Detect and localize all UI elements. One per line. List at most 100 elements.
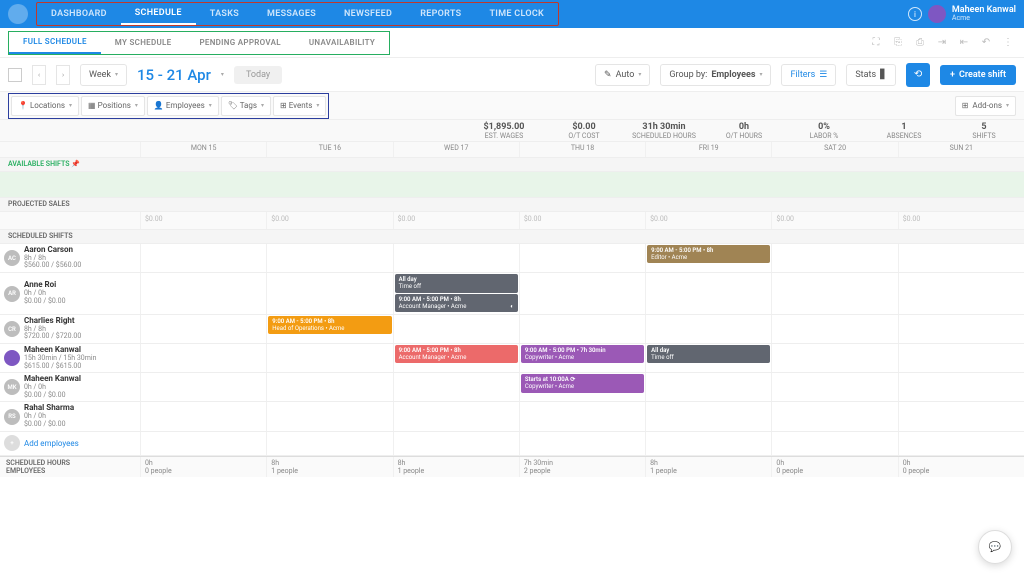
schedule-cell[interactable] <box>266 344 392 372</box>
sub-tab[interactable]: PENDING APPROVAL <box>185 32 294 54</box>
schedule-cell[interactable] <box>140 373 266 401</box>
shift-block[interactable]: 9:00 AM - 5:00 PM • 8hEditor • Acme <box>647 245 770 263</box>
projected-cell[interactable]: $0.00 <box>645 212 771 229</box>
shift-block[interactable]: All dayTime off <box>395 274 518 292</box>
projected-cell[interactable]: $0.00 <box>266 212 392 229</box>
prev-button[interactable]: ‹ <box>32 65 46 85</box>
schedule-cell[interactable] <box>898 373 1024 401</box>
copy-icon[interactable]: ⎘ <box>890 35 906 51</box>
next-button[interactable]: › <box>56 65 70 85</box>
schedule-cell[interactable] <box>393 244 519 272</box>
schedule-cell[interactable] <box>898 315 1024 343</box>
projected-cell[interactable]: $0.00 <box>771 212 897 229</box>
schedule-cell[interactable] <box>771 402 897 430</box>
expand-icon[interactable]: ⛶ <box>868 35 884 51</box>
add-employees-button[interactable]: + Add employees <box>0 432 140 455</box>
refresh-button[interactable]: ⟲ <box>906 63 930 87</box>
schedule-cell[interactable]: All dayTime off <box>645 344 771 372</box>
schedule-cell[interactable]: 9:00 AM - 5:00 PM • 8hEditor • Acme <box>645 244 771 272</box>
schedule-cell[interactable] <box>140 273 266 314</box>
shift-block[interactable]: 9:00 AM - 5:00 PM • 7h 30minCopywriter •… <box>521 345 644 363</box>
nav-tab-dashboard[interactable]: DASHBOARD <box>37 3 121 25</box>
projected-cell[interactable]: $0.00 <box>393 212 519 229</box>
employee-info[interactable]: CRCharlies Right8h / 8h$720.00 / $720.00 <box>0 315 140 343</box>
schedule-cell[interactable] <box>519 244 645 272</box>
schedule-cell[interactable]: 9:00 AM - 5:00 PM • 8hHead of Operations… <box>266 315 392 343</box>
filter-positions[interactable]: ▦ Positions ▾ <box>81 96 145 116</box>
nav-tab-messages[interactable]: MESSAGES <box>253 3 330 25</box>
schedule-cell[interactable] <box>771 344 897 372</box>
import-icon[interactable]: ⇤ <box>956 35 972 51</box>
schedule-cell[interactable]: 9:00 AM - 5:00 PM • 8hAccount Manager • … <box>393 344 519 372</box>
employee-info[interactable]: RSRahal Sharma0h / 0h$0.00 / $0.00 <box>0 402 140 430</box>
shift-block[interactable]: All dayTime off <box>647 345 770 363</box>
nav-tab-schedule[interactable]: SCHEDULE <box>121 3 196 25</box>
schedule-cell[interactable] <box>898 273 1024 314</box>
schedule-cell[interactable] <box>393 402 519 430</box>
projected-cell[interactable]: $0.00 <box>898 212 1024 229</box>
info-icon[interactable]: i <box>908 7 922 21</box>
shift-block[interactable]: Starts at 10:00A ⟳Copywriter • Acme <box>521 374 644 392</box>
filters-button[interactable]: Filters ☰ <box>781 64 836 86</box>
schedule-cell[interactable]: Starts at 10:00A ⟳Copywriter • Acme <box>519 373 645 401</box>
schedule-cell[interactable] <box>519 273 645 314</box>
shift-block[interactable]: 9:00 AM - 5:00 PM • 8hAccount Manager • … <box>395 294 518 312</box>
filter-locations[interactable]: 📍 Locations ▾ <box>11 96 79 116</box>
schedule-cell[interactable] <box>898 344 1024 372</box>
schedule-cell[interactable]: All dayTime off 9:00 AM - 5:00 PM • 8hAcc… <box>393 273 519 314</box>
stats-button[interactable]: Stats ▋ <box>846 64 896 86</box>
employee-info[interactable]: Maheen Kanwal15h 30min / 15h 30min$615.0… <box>0 344 140 372</box>
schedule-cell[interactable] <box>140 244 266 272</box>
view-select[interactable]: Week▾ <box>80 64 127 86</box>
schedule-cell[interactable] <box>645 315 771 343</box>
print-icon[interactable]: ⎙ <box>912 35 928 51</box>
projected-cell[interactable]: $0.00 <box>140 212 266 229</box>
sub-tab[interactable]: FULL SCHEDULE <box>9 32 101 54</box>
schedule-cell[interactable] <box>771 315 897 343</box>
nav-tab-reports[interactable]: REPORTS <box>406 3 475 25</box>
avatar[interactable] <box>928 5 946 23</box>
schedule-cell[interactable] <box>771 244 897 272</box>
schedule-cell[interactable] <box>645 402 771 430</box>
employee-info[interactable]: MKMaheen Kanwal0h / 0h$0.00 / $0.00 <box>0 373 140 401</box>
employee-info[interactable]: ARAnne Roi0h / 0h$0.00 / $0.00 <box>0 273 140 314</box>
schedule-cell[interactable] <box>266 402 392 430</box>
undo-icon[interactable]: ↶ <box>978 35 994 51</box>
date-range[interactable]: 15 - 21 Apr <box>137 66 211 84</box>
schedule-cell[interactable] <box>266 373 392 401</box>
nav-tab-tasks[interactable]: TASKS <box>196 3 253 25</box>
available-shifts-row[interactable] <box>0 172 1024 198</box>
schedule-cell[interactable] <box>898 402 1024 430</box>
schedule-cell[interactable] <box>393 315 519 343</box>
schedule-cell[interactable] <box>771 273 897 314</box>
schedule-cell[interactable] <box>519 402 645 430</box>
chat-fab[interactable]: 💬 <box>978 530 1012 564</box>
today-button[interactable]: Today <box>234 66 282 84</box>
schedule-cell[interactable] <box>771 373 897 401</box>
schedule-cell[interactable] <box>140 315 266 343</box>
nav-tab-time clock[interactable]: TIME CLOCK <box>475 3 558 25</box>
more-icon[interactable]: ⋮ <box>1000 35 1016 51</box>
filter-events[interactable]: ⊞ Events ▾ <box>273 96 326 116</box>
sub-tab[interactable]: MY SCHEDULE <box>101 32 186 54</box>
select-all-checkbox[interactable] <box>8 68 22 82</box>
schedule-cell[interactable] <box>266 273 392 314</box>
nav-tab-newsfeed[interactable]: NEWSFEED <box>330 3 406 25</box>
schedule-cell[interactable] <box>140 344 266 372</box>
addons-select[interactable]: ⊞ Add-ons▾ <box>955 96 1016 116</box>
projected-cell[interactable]: $0.00 <box>519 212 645 229</box>
schedule-cell[interactable] <box>645 373 771 401</box>
schedule-cell[interactable] <box>898 244 1024 272</box>
group-by-select[interactable]: Group by: Employees▾ <box>660 64 771 86</box>
sub-tab[interactable]: UNAVAILABILITY <box>295 32 389 54</box>
schedule-cell[interactable]: 9:00 AM - 5:00 PM • 7h 30minCopywriter •… <box>519 344 645 372</box>
shift-block[interactable]: 9:00 AM - 5:00 PM • 8hAccount Manager • … <box>395 345 518 363</box>
shift-block[interactable]: 9:00 AM - 5:00 PM • 8hHead of Operations… <box>268 316 391 334</box>
schedule-cell[interactable] <box>519 315 645 343</box>
export-icon[interactable]: ⇥ <box>934 35 950 51</box>
filter-employees[interactable]: 👤 Employees ▾ <box>147 96 219 116</box>
schedule-cell[interactable] <box>266 244 392 272</box>
auto-button[interactable]: ✎ Auto▾ <box>595 64 650 86</box>
create-shift-button[interactable]: + Create shift <box>940 65 1016 85</box>
filter-tags[interactable]: 🏷 Tags ▾ <box>221 96 271 116</box>
